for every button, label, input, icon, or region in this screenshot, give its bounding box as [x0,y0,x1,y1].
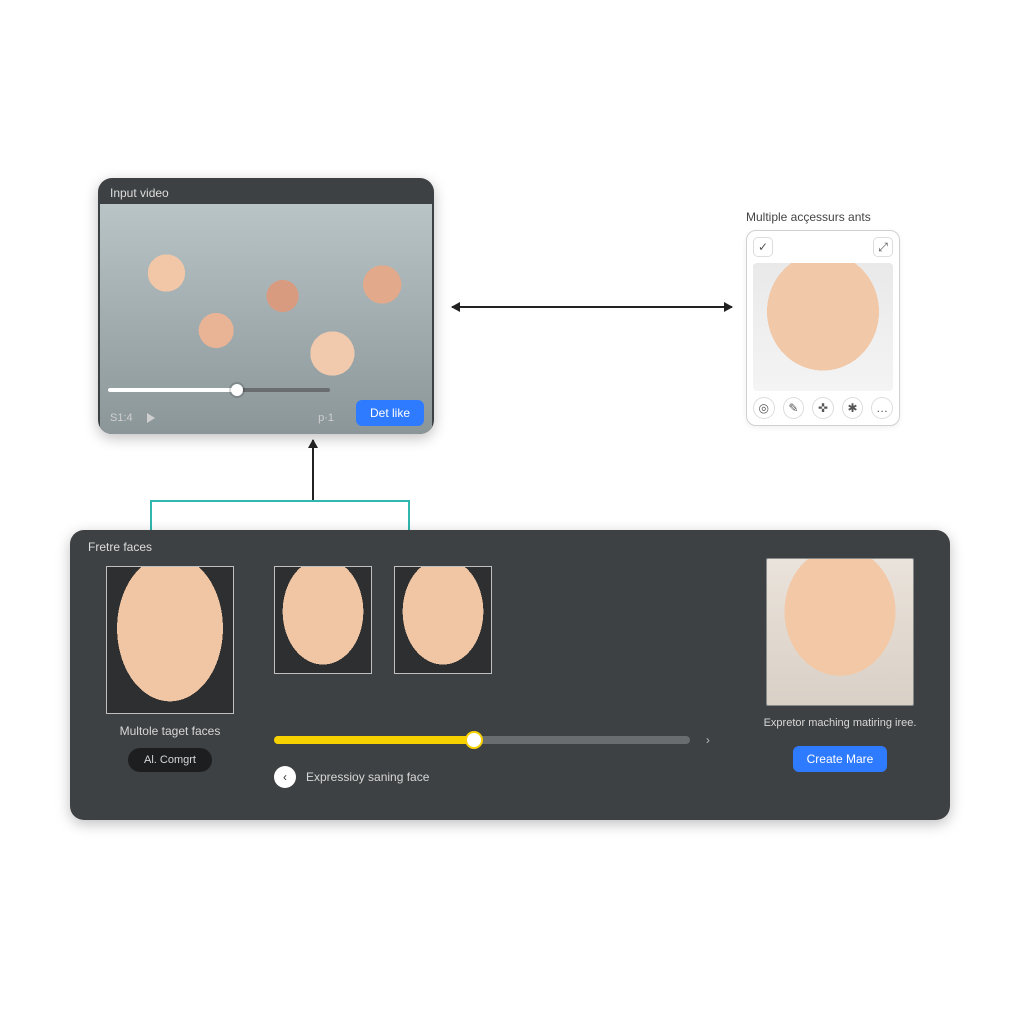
faces-panel: Fretre faces Multole taget faces Al. Com… [70,530,950,820]
more-icon[interactable]: … [871,397,893,419]
ring-icon[interactable]: ◎ [753,397,775,419]
candidate-face[interactable] [394,566,492,674]
result-caption: Expretor maching matiring iree. [764,716,917,730]
accessory-face-preview[interactable] [753,263,893,391]
link-arrow-vertical [312,440,314,500]
expression-slider[interactable]: › [274,736,690,744]
result-column: Expretor maching matiring iree. Create M… [750,558,930,806]
chevron-left-icon[interactable]: ‹ [274,766,296,788]
crop-icon[interactable]: ✎ [783,397,805,419]
video-panel-title: Input video [98,178,434,204]
create-more-button[interactable]: Create Mare [793,746,888,772]
expression-column: › ‹ Expressioy saning face [274,566,726,806]
target-face-primary[interactable] [106,566,234,714]
target-face-column: Multole taget faces Al. Comgrt [90,566,250,806]
connector-line [150,500,152,530]
candidate-face[interactable] [274,566,372,674]
accessory-card: ✓ ⤢ ◎ ✎ ✜ ✱ … [746,230,900,426]
compare-button[interactable]: Al. Comgrt [128,748,212,772]
target-faces-label: Multole taget faces [120,724,221,738]
connector-line [150,500,410,502]
accessory-panel: Multiple acçessurs ants ✓ ⤢ ◎ ✎ ✜ ✱ … [746,210,916,426]
video-pager: p·1 [318,412,334,424]
expression-label: Expressioy saning face [306,770,429,784]
gear-icon[interactable]: ✱ [842,397,864,419]
mic-icon[interactable]: ✜ [812,397,834,419]
video-play-controls: S1:4 p·1 [110,412,334,424]
accessory-title: Multiple acçessurs ants [746,210,916,224]
link-arrow-horizontal [452,306,732,308]
result-face-preview[interactable] [766,558,914,706]
connector-line [408,500,410,530]
detect-button[interactable]: Det like [356,400,424,426]
expand-icon[interactable]: ⤢ [873,237,893,257]
faces-panel-title: Fretre faces [88,540,152,554]
chevron-right-icon[interactable]: › [706,733,710,747]
check-icon[interactable]: ✓ [753,237,773,257]
video-timecode: S1:4 [110,412,133,424]
input-video-panel: Input video S1:4 p·1 Det like [98,178,434,434]
video-seekbar[interactable] [108,388,334,392]
play-icon[interactable] [147,413,155,423]
